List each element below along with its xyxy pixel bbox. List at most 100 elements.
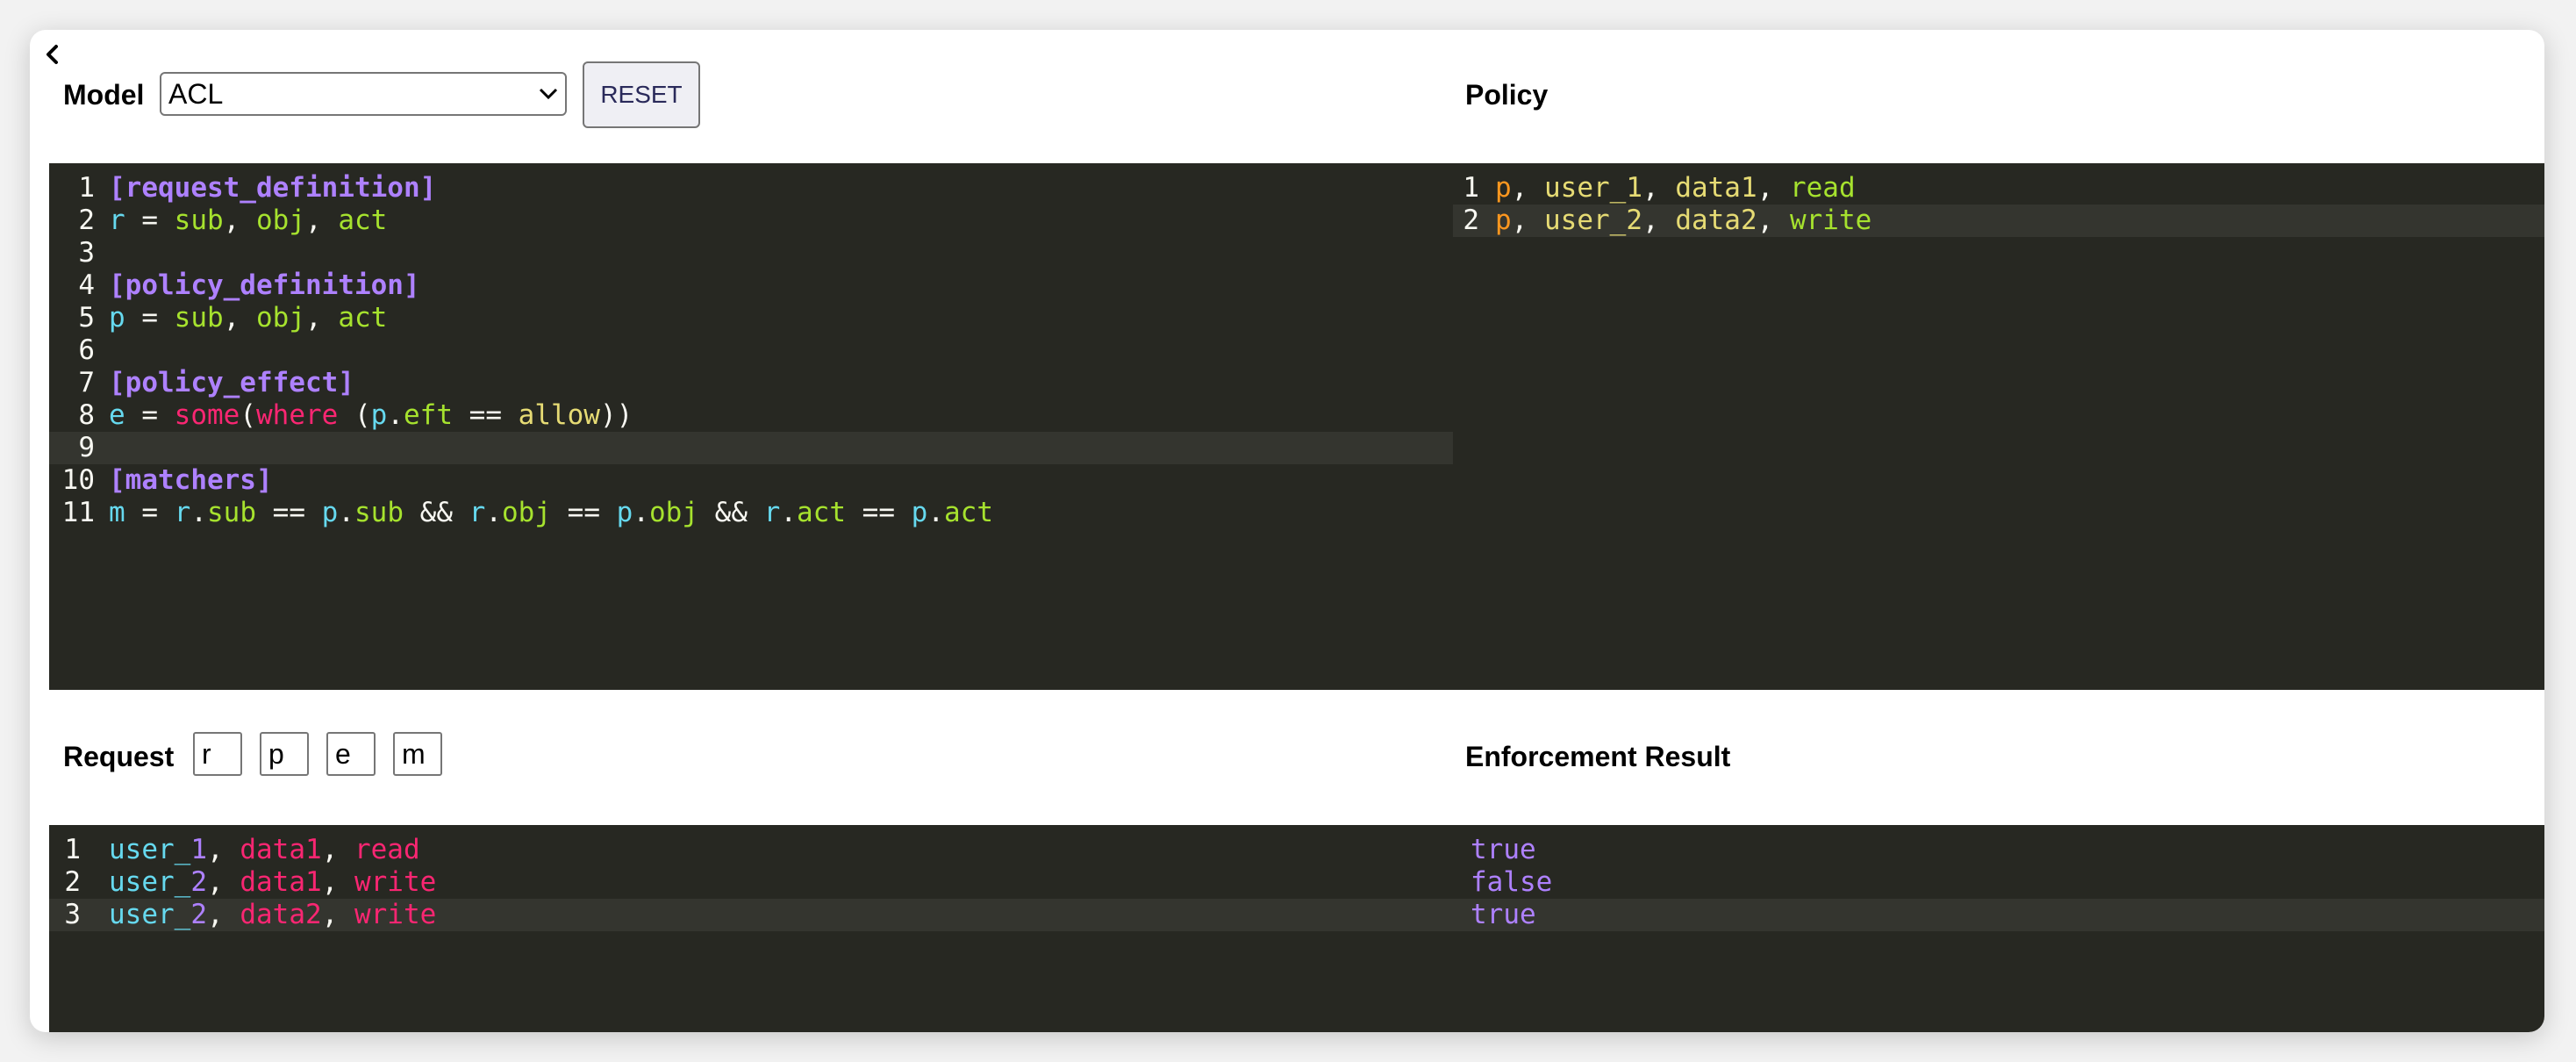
code-token: p: [1495, 172, 1512, 204]
code-token: user_1: [1544, 172, 1642, 204]
code-token: .: [190, 497, 208, 528]
code-token: (: [338, 399, 371, 431]
result-value: false: [1470, 866, 1553, 898]
code-token: (: [240, 399, 256, 431]
code-token: [policy_effect]: [109, 367, 354, 398]
code-token: ==: [551, 497, 617, 528]
code-token: data2: [1675, 205, 1757, 236]
code-token: obj: [256, 302, 305, 334]
code-line[interactable]: 1 [request_definition]: [49, 172, 1453, 205]
code-token: .: [338, 497, 355, 528]
code-line[interactable]: 10 [matchers]: [49, 464, 1453, 497]
policy-editor[interactable]: 1 p, user_1, data1, read 2 p, user_2, data2…: [1453, 163, 2544, 690]
casbin-editor-card: Model ACL RESET Policy 1 [request_definit…: [30, 30, 2544, 1032]
code-token: act: [338, 302, 388, 334]
code-token: eft: [404, 399, 453, 431]
line-number: 1: [78, 172, 95, 204]
code-token: ,: [321, 834, 354, 865]
request-label: Request: [63, 741, 175, 772]
code-line[interactable]: 9: [49, 432, 1453, 464]
code-line[interactable]: 1 user_1, data1, read: [49, 834, 1453, 866]
code-line[interactable]: 3: [49, 237, 1453, 269]
code-line[interactable]: 11 m = r.sub == p.sub && r.obj == p.obj &…: [49, 497, 1453, 529]
code-line[interactable]: 2 p, user_2, data2, write: [1453, 205, 2544, 237]
request-editor[interactable]: 1 user_1, data1, read 2 user_2, data1, writ…: [49, 825, 1453, 1032]
request-token-r[interactable]: r: [193, 732, 242, 776]
line-code: r = sub, obj, act: [109, 205, 387, 237]
line-code: [request_definition]: [109, 172, 436, 205]
code-line[interactable]: 4 [policy_definition]: [49, 269, 1453, 302]
code-line[interactable]: 5 p = sub, obj, act: [49, 302, 1453, 334]
code-token: [request_definition]: [109, 172, 437, 204]
code-line[interactable]: 6: [49, 334, 1453, 367]
code-line[interactable]: 3 user_2, data2, write: [49, 899, 1453, 931]
code-token: ,: [1642, 205, 1676, 236]
chevron-left-icon: [47, 45, 58, 64]
line-code: m = r.sub == p.sub && r.obj == p.obj && …: [109, 497, 993, 529]
code-line[interactable]: 2 r = sub, obj, act: [49, 205, 1453, 237]
line-code: [matchers]: [109, 464, 273, 497]
model-select[interactable]: ACL: [160, 72, 567, 116]
code-token: obj: [649, 497, 699, 528]
code-token: sub: [354, 497, 404, 528]
line-number: 6: [78, 334, 95, 366]
code-token: act: [797, 497, 847, 528]
line-code: p, user_2, data2, write: [1495, 205, 1871, 237]
code-token: ,: [1511, 172, 1544, 204]
code-token: .: [387, 399, 404, 431]
line-code: [policy_definition]: [109, 269, 420, 302]
request-token-p[interactable]: p: [260, 732, 309, 776]
code-token: r: [109, 205, 125, 236]
line-code: [policy_effect]: [109, 367, 354, 399]
policy-label: Policy: [1465, 79, 1549, 111]
code-token: data1: [1675, 172, 1757, 204]
result-value: true: [1470, 899, 1536, 930]
code-token: ,: [305, 205, 339, 236]
line-number: 4: [78, 269, 95, 301]
code-token: ,: [223, 205, 256, 236]
code-token: ==: [846, 497, 912, 528]
code-token: e: [109, 399, 125, 431]
line-number: 10: [61, 464, 95, 496]
code-token: 2: [190, 899, 207, 930]
line-code: user_2, data2, write: [109, 899, 436, 931]
code-line[interactable]: 7 [policy_effect]: [49, 367, 1453, 399]
code-token: p: [1495, 205, 1512, 236]
enforcement-result-editor: true false true: [1453, 825, 2544, 1032]
code-token: some: [174, 399, 240, 431]
code-line[interactable]: 8e = some(where (p.eft == allow)): [49, 399, 1453, 432]
code-token: 1: [190, 834, 207, 865]
code-token: =: [125, 497, 175, 528]
code-token: obj: [256, 205, 305, 236]
code-token: user_: [109, 899, 191, 930]
line-number: 2: [78, 205, 95, 236]
code-line[interactable]: 1 p, user_1, data1, read: [1453, 172, 2544, 205]
code-token: .: [485, 497, 503, 528]
result-line: false: [1453, 866, 2544, 899]
code-token: ,: [1642, 172, 1676, 204]
code-line[interactable]: 2 user_2, data1, write: [49, 866, 1453, 899]
code-token: where: [256, 399, 339, 431]
code-token: &&: [698, 497, 764, 528]
reset-button[interactable]: RESET: [583, 61, 700, 128]
code-token: write: [354, 866, 437, 898]
code-token: user_2: [1544, 205, 1642, 236]
model-editor[interactable]: 1 [request_definition] 2 r = sub, obj, act 3…: [49, 163, 1453, 690]
code-token: p: [370, 399, 388, 431]
request-token-m[interactable]: m: [393, 732, 442, 776]
code-token: ,: [305, 302, 339, 334]
line-code: p = sub, obj, act: [109, 302, 387, 334]
line-number: 9: [78, 432, 95, 463]
line-number: 3: [64, 899, 81, 930]
code-token: ,: [1757, 172, 1790, 204]
code-token: ,: [321, 866, 354, 898]
code-token: data1: [240, 834, 322, 865]
line-number: 5: [78, 302, 95, 334]
back-button[interactable]: [33, 35, 72, 74]
code-token: m: [109, 497, 125, 528]
code-token: r: [469, 497, 486, 528]
code-token: ,: [1511, 205, 1544, 236]
request-token-e[interactable]: e: [326, 732, 376, 776]
code-token: obj: [502, 497, 552, 528]
code-token: allow: [518, 399, 600, 431]
